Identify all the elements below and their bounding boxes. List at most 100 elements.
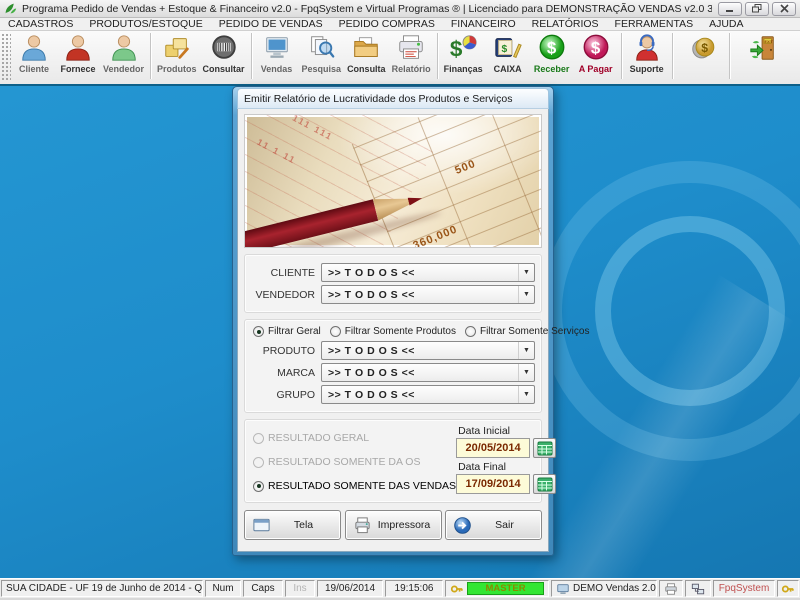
close-icon — [780, 4, 789, 13]
status-brand: FpqSystem — [713, 580, 775, 597]
demo-version-label: DEMO Vendas 2.0 — [573, 583, 656, 594]
toolbar-apagar-button[interactable]: $ A Pagar — [574, 31, 618, 81]
grupo-dropdown[interactable]: >> T O D O S << ▼ — [321, 385, 535, 404]
seller-person-icon — [109, 33, 139, 63]
calendar-icon — [537, 441, 553, 456]
vendedor-dropdown[interactable]: >> T O D O S << ▼ — [321, 285, 535, 304]
support-person-icon — [632, 33, 662, 63]
menu-financeiro[interactable]: FINANCEIRO — [443, 18, 524, 31]
svg-text:$: $ — [590, 39, 600, 58]
toolbar-produtos-button[interactable]: Produtos — [154, 31, 200, 81]
party-filter-panel: CLIENTE >> T O D O S << ▼ VENDEDOR >> T … — [244, 254, 542, 313]
toolbar-caixa-button[interactable]: $ CAIXA — [486, 31, 530, 81]
screen-window-icon — [252, 516, 271, 535]
key-icon — [450, 582, 464, 596]
window-title: Programa Pedido de Vendas + Estoque & Fi… — [22, 3, 712, 15]
radio-circle — [253, 481, 264, 492]
grupo-dropdown-value: >> T O D O S << — [322, 389, 518, 401]
marca-dropdown-value: >> T O D O S << — [322, 367, 518, 379]
chevron-down-icon: ▼ — [518, 342, 534, 359]
menu-relatorios[interactable]: RELATÓRIOS — [524, 18, 607, 31]
restore-icon — [752, 4, 762, 13]
radio-resultado-somente-das-vendas[interactable]: RESULTADO SOMENTE DAS VENDAS — [253, 480, 456, 492]
status-num: Num — [205, 580, 241, 597]
green-dollar-sphere-icon: $ — [537, 33, 567, 63]
product-boxes-icon — [162, 33, 192, 63]
result-panel: RESULTADO GERAL RESULTADO SOMENTE DA OS … — [244, 419, 542, 503]
data-inicial-input[interactable]: 20/05/2014 — [456, 438, 530, 458]
toolbar-receber-button[interactable]: $ Receber — [530, 31, 574, 81]
cliente-dropdown[interactable]: >> T O D O S << ▼ — [321, 263, 535, 282]
printer-icon — [353, 516, 372, 535]
radio-label: RESULTADO GERAL — [268, 432, 369, 444]
menu-ferramentas[interactable]: FERRAMENTAS — [607, 18, 702, 31]
minimize-icon — [725, 4, 735, 13]
svg-text:$: $ — [701, 41, 708, 55]
impressora-button[interactable]: Impressora — [345, 510, 442, 540]
filter-type-radios: Filtrar Geral Filtrar Somente Produtos F… — [253, 326, 535, 337]
status-ins: Ins — [285, 580, 315, 597]
toolbar-fornece-button[interactable]: Fornece — [56, 31, 100, 81]
calendar-end-button[interactable] — [533, 474, 556, 494]
toolbar-suporte-button[interactable]: Suporte — [625, 31, 669, 81]
product-filter-panel: Filtrar Geral Filtrar Somente Produtos F… — [244, 319, 542, 413]
app-logo-icon — [4, 2, 17, 15]
toolbar-vendedor-button[interactable]: Vendedor — [100, 31, 147, 81]
barcode-circle-icon — [209, 33, 239, 63]
calendar-icon — [537, 477, 553, 492]
search-documents-icon — [306, 33, 336, 63]
date-range: Data Inicial 20/05/2014 Data Final 17/09… — [456, 425, 560, 497]
sales-monitor-icon — [262, 33, 292, 63]
toolbar-label: A Pagar — [579, 64, 613, 74]
radio-filtrar-somente-produtos[interactable]: Filtrar Somente Produtos — [330, 326, 456, 337]
toolbar-consultar-button[interactable]: Consultar — [200, 31, 248, 81]
close-button[interactable] — [772, 2, 796, 16]
toolbar-financas-button[interactable]: $ Finanças — [441, 31, 486, 81]
button-label: Sair — [474, 519, 541, 531]
radio-label: Filtrar Geral — [268, 326, 321, 337]
toolbar-exit-button[interactable]: EXIT — [741, 31, 785, 81]
marca-row: MARCA >> T O D O S << ▼ — [251, 363, 535, 382]
toolbar-relatorio-button[interactable]: Relatório — [389, 31, 434, 81]
menu-ajuda[interactable]: AJUDA — [701, 18, 751, 31]
toolbar-label: Cliente — [19, 64, 49, 74]
vendedor-row: VENDEDOR >> T O D O S << ▼ — [251, 285, 535, 304]
radio-filtrar-geral[interactable]: Filtrar Geral — [253, 326, 321, 337]
marca-dropdown[interactable]: >> T O D O S << ▼ — [321, 363, 535, 382]
toolbar-label: Consulta — [347, 64, 386, 74]
sair-button[interactable]: Sair — [445, 510, 542, 540]
toolbar-consulta-button[interactable]: Consulta — [344, 31, 389, 81]
toolbar-label: CAIXA — [494, 64, 522, 74]
restore-button[interactable] — [745, 2, 769, 16]
menu-produtos-estoque[interactable]: PRODUTOS/ESTOQUE — [81, 18, 210, 31]
toolbar-label: Suporte — [630, 64, 664, 74]
toolbar-separator — [672, 33, 673, 79]
computer-icon — [556, 582, 570, 596]
minimize-button[interactable] — [718, 2, 742, 16]
cliente-label: CLIENTE — [251, 267, 315, 279]
status-time: 19:15:06 — [385, 580, 443, 597]
dollar-pie-icon: $ — [448, 33, 478, 63]
tela-button[interactable]: Tela — [244, 510, 341, 540]
toolbar-label: Vendedor — [103, 64, 144, 74]
dialog-titlebar[interactable]: Emitir Relatório de Lucratividade dos Pr… — [237, 88, 549, 109]
menu-pedido-compras[interactable]: PEDIDO COMPRAS — [331, 18, 443, 31]
toolbar-label: Receber — [534, 64, 570, 74]
toolbar-pesquisa-button[interactable]: Pesquisa — [299, 31, 345, 81]
radio-circle — [253, 457, 264, 468]
toolbar-separator — [251, 33, 252, 79]
menu-cadastros[interactable]: CADASTROS — [0, 18, 81, 31]
menu-pedido-de-vendas[interactable]: PEDIDO DE VENDAS — [211, 18, 331, 31]
data-final-label: Data Final — [458, 461, 560, 473]
toolbar-vendas-button[interactable]: Vendas — [255, 31, 299, 81]
toolbar-coin-button[interactable]: $ — [682, 31, 726, 81]
vendedor-label: VENDEDOR — [251, 289, 315, 301]
folder-icon — [351, 33, 381, 63]
toolbar-label: Fornece — [60, 64, 95, 74]
radio-filtrar-somente-servicos[interactable]: Filtrar Somente Serviços — [465, 326, 589, 337]
produto-label: PRODUTO — [251, 345, 315, 357]
calendar-start-button[interactable] — [533, 438, 556, 458]
produto-dropdown[interactable]: >> T O D O S << ▼ — [321, 341, 535, 360]
toolbar-cliente-button[interactable]: Cliente — [12, 31, 56, 81]
data-final-input[interactable]: 17/09/2014 — [456, 474, 530, 494]
